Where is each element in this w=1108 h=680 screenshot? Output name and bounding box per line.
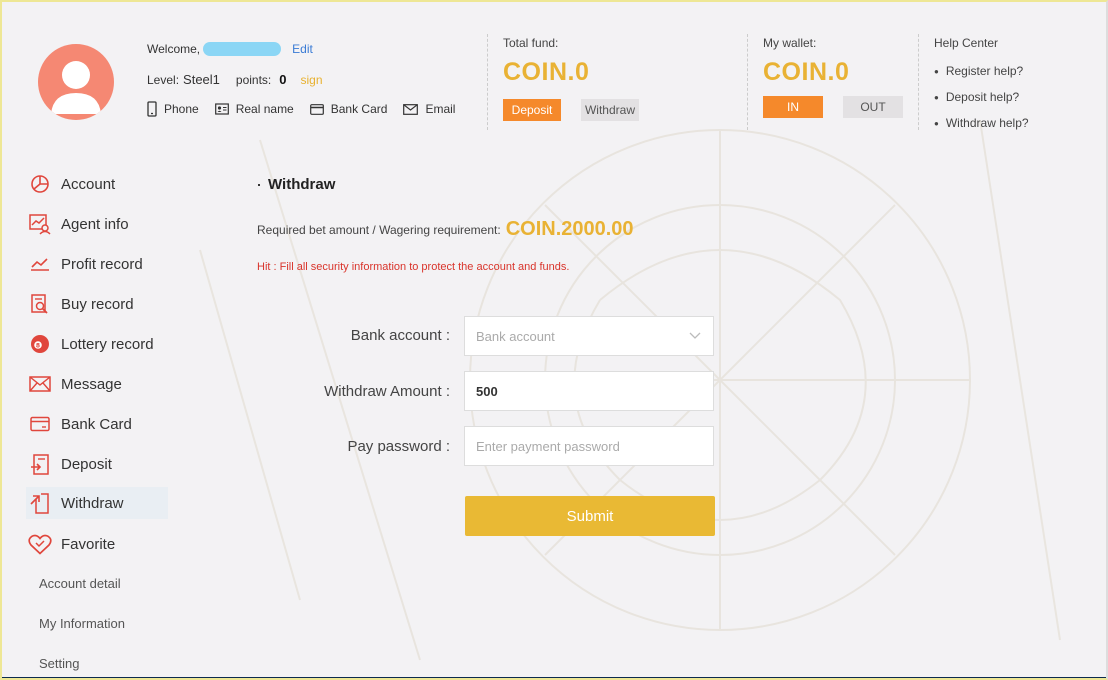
points-label: points: — [235, 72, 272, 87]
sidebar-item-label: Bank Card — [61, 415, 132, 433]
edit-link[interactable]: Edit — [292, 42, 313, 56]
heart-icon — [28, 533, 52, 555]
sidebar-item-agent-info[interactable]: Agent info — [26, 208, 168, 240]
card-icon — [309, 103, 324, 115]
security-hint: Hit : Fill all security information to p… — [257, 261, 570, 273]
sidebar-item-account[interactable]: Account — [26, 168, 168, 200]
withdraw-amount-value: 500 — [476, 383, 498, 399]
welcome-label: Welcome, — [147, 42, 201, 56]
pay-password-input[interactable]: Enter payment password — [464, 426, 714, 466]
envelope-icon — [28, 373, 52, 395]
sidebar-item-buy-record[interactable]: Buy record — [26, 288, 168, 320]
sidebar-item-label: Buy record — [61, 295, 134, 313]
agent-chart-icon — [28, 213, 52, 235]
wallet-label: My wallet: — [763, 36, 817, 50]
verify-real-name-label: Real name — [235, 102, 294, 116]
verify-email[interactable]: Email — [403, 102, 455, 116]
pie-chart-icon — [28, 173, 52, 195]
sidebar-item-lottery-record[interactable]: 8 Lottery record — [26, 328, 168, 360]
sidebar-item-label: Profit record — [61, 255, 143, 273]
level-row: Level: Steel1 points: 0 sign — [147, 72, 323, 87]
verify-phone[interactable]: Phone — [147, 101, 199, 117]
submit-button[interactable]: Submit — [465, 496, 715, 536]
sidebar-item-label: Lottery record — [61, 335, 154, 353]
sidebar-item-withdraw[interactable]: Withdraw — [26, 487, 168, 519]
pay-password-placeholder: Enter payment password — [476, 438, 620, 454]
pay-password-label: Pay password : — [347, 438, 450, 455]
withdraw-icon — [28, 492, 52, 514]
sidebar-item-favorite[interactable]: Favorite — [26, 528, 168, 560]
page-title-text: Withdraw — [268, 176, 336, 193]
deposit-button[interactable]: Deposit — [503, 99, 561, 121]
verify-email-label: Email — [425, 102, 456, 116]
user-silhouette-icon — [51, 61, 101, 114]
withdraw-amount-input[interactable]: 500 — [464, 371, 714, 411]
total-fund-label: Total fund: — [503, 36, 559, 50]
page-title: Withdraw — [257, 176, 336, 193]
sidebar-sub-account-detail[interactable]: Account detail — [39, 576, 121, 591]
username-redacted — [203, 42, 282, 56]
sidebar-item-deposit[interactable]: Deposit — [26, 448, 168, 480]
sidebar-item-label: Message — [61, 375, 122, 393]
wallet-in-button[interactable]: IN — [763, 96, 823, 118]
wagering-requirement: Required bet amount / Wagering requireme… — [257, 218, 634, 241]
sign-link[interactable]: sign — [301, 73, 323, 87]
sidebar-item-label: Favorite — [61, 535, 116, 553]
help-center-title: Help Center — [934, 36, 999, 50]
help-register-link[interactable]: Register help? — [934, 64, 1023, 78]
divider — [918, 34, 919, 130]
email-icon — [403, 103, 419, 115]
help-withdraw-link[interactable]: Withdraw help? — [934, 116, 1029, 130]
id-card-icon — [214, 103, 229, 115]
sidebar-item-bank-card[interactable]: Bank Card — [26, 408, 168, 440]
sidebar-item-label: Account — [61, 175, 116, 193]
total-fund-value: COIN.0 — [503, 58, 590, 86]
chevron-down-icon — [689, 332, 701, 339]
verify-bank-card-label: Bank Card — [330, 102, 388, 116]
phone-icon — [147, 101, 157, 117]
deposit-icon — [28, 453, 52, 475]
sidebar-item-message[interactable]: Message — [26, 368, 168, 400]
verify-bank-card[interactable]: Bank Card — [309, 102, 388, 116]
verify-real-name[interactable]: Real name — [214, 102, 294, 116]
sidebar-item-label: Withdraw — [61, 494, 124, 512]
welcome-row: Welcome, Edit — [147, 42, 313, 56]
verification-row: Phone Real name Bank Card Email — [147, 101, 471, 117]
bank-account-placeholder: Bank account — [476, 328, 555, 344]
requirement-label: Required bet amount / Wagering requireme… — [257, 222, 501, 237]
help-deposit-link[interactable]: Deposit help? — [934, 90, 1019, 104]
wallet-value: COIN.0 — [763, 58, 850, 86]
level-value: Steel1 — [183, 72, 220, 87]
sidebar-sub-my-information[interactable]: My Information — [39, 616, 125, 631]
avatar[interactable] — [38, 44, 114, 120]
trend-line-icon — [28, 253, 52, 275]
points-value: 0 — [279, 72, 287, 87]
document-search-icon — [28, 293, 52, 315]
wallet-out-button[interactable]: OUT — [843, 96, 903, 118]
verify-phone-label: Phone — [164, 102, 199, 116]
sidebar-item-profit-record[interactable]: Profit record — [26, 248, 168, 280]
svg-text:8: 8 — [36, 342, 40, 349]
bank-account-select[interactable]: Bank account — [464, 316, 714, 356]
requirement-value: COIN.2000.00 — [505, 218, 634, 240]
lottery-ball-icon: 8 — [28, 333, 52, 355]
withdraw-button[interactable]: Withdraw — [581, 99, 639, 121]
divider — [747, 34, 748, 130]
sidebar-item-label: Deposit — [61, 455, 112, 473]
bank-account-label: Bank account : — [350, 327, 450, 344]
level-label: Level: — [147, 72, 180, 87]
bank-card-icon — [28, 413, 52, 435]
divider — [487, 34, 488, 130]
sidebar-item-label: Agent info — [61, 215, 129, 233]
sidebar-sub-setting[interactable]: Setting — [39, 656, 79, 671]
withdraw-amount-label: Withdraw Amount : — [324, 383, 450, 400]
